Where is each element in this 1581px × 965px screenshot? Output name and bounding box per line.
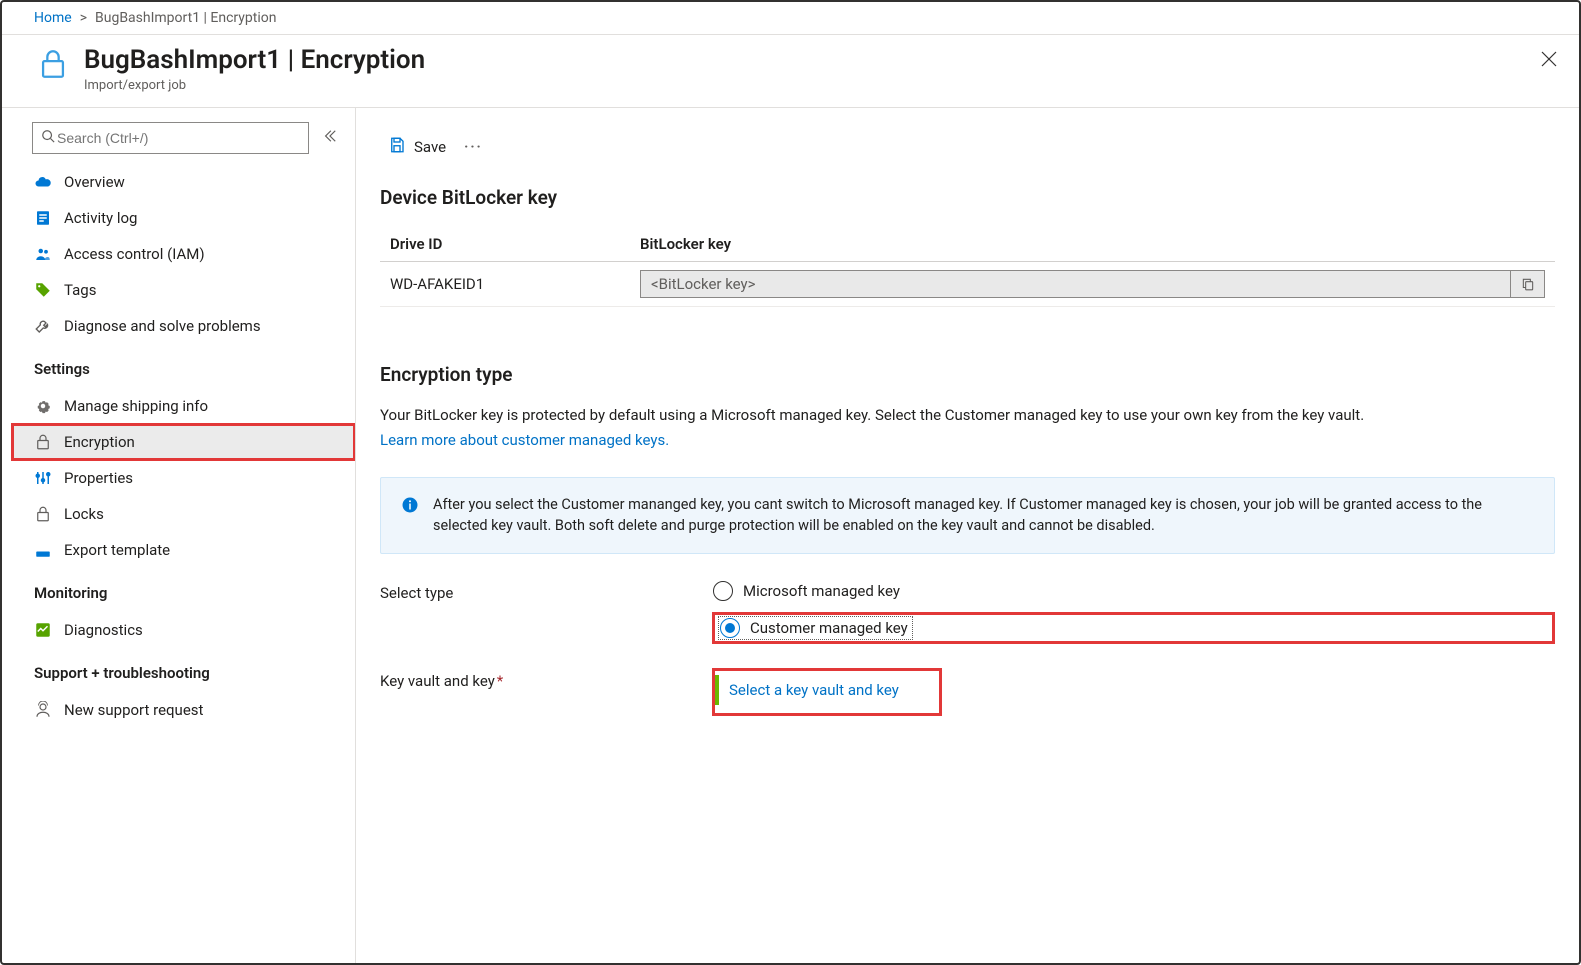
- lock-icon: [34, 505, 52, 523]
- sidebar-item-locks[interactable]: Locks: [2, 496, 355, 532]
- table-row: WD-AFAKEID1 <BitLocker key>: [380, 262, 1555, 307]
- encryption-type-radio-group: Microsoft managed key Customer managed k…: [712, 580, 1555, 644]
- key-vault-label: Key vault and key*: [380, 668, 712, 690]
- sidebar-item-export-template[interactable]: Export template: [2, 532, 355, 568]
- sidebar-section-monitoring: Monitoring: [2, 568, 355, 608]
- info-text: After you select the Customer mananged k…: [433, 494, 1534, 538]
- bitlocker-key-field[interactable]: <BitLocker key>: [640, 270, 1511, 298]
- support-icon: [34, 701, 52, 719]
- sidebar-item-activity-log[interactable]: Activity log: [2, 200, 355, 236]
- sliders-icon: [34, 469, 52, 487]
- sidebar-item-label: Activity log: [64, 209, 137, 227]
- radio-microsoft-managed[interactable]: Microsoft managed key: [712, 580, 1555, 602]
- sidebar-item-label: Manage shipping info: [64, 397, 208, 415]
- breadcrumb-home[interactable]: Home: [34, 10, 72, 26]
- sidebar-item-label: Diagnose and solve problems: [64, 317, 261, 335]
- bitlocker-section-title: Device BitLocker key: [380, 186, 1555, 209]
- col-drive-id: Drive ID: [380, 227, 630, 262]
- diagnostics-icon: [34, 621, 52, 639]
- search-input[interactable]: [55, 129, 300, 147]
- export-icon: [34, 541, 52, 559]
- main-content: Save ··· Device BitLocker key Drive ID B…: [356, 108, 1579, 963]
- radio-customer-managed[interactable]: Customer managed key: [719, 617, 912, 639]
- col-bitlocker-key: BitLocker key: [630, 227, 1555, 262]
- sidebar-item-label: Overview: [64, 173, 125, 191]
- page-header: BugBashImport1 | Encryption Import/expor…: [2, 35, 1579, 108]
- bitlocker-table: Drive ID BitLocker key WD-AFAKEID1 <BitL…: [380, 227, 1555, 307]
- more-button[interactable]: ···: [458, 139, 489, 155]
- sidebar-item-diagnostics[interactable]: Diagnostics: [2, 612, 355, 648]
- sidebar-item-label: Properties: [64, 469, 133, 487]
- sidebar-item-label: Encryption: [64, 433, 135, 451]
- save-icon: [388, 136, 406, 158]
- sidebar-item-label: Locks: [64, 505, 104, 523]
- select-type-label: Select type: [380, 580, 712, 602]
- gear-icon: [34, 397, 52, 415]
- info-box: After you select the Customer mananged k…: [380, 477, 1555, 555]
- drive-id-value: WD-AFAKEID1: [380, 262, 630, 307]
- sidebar-search[interactable]: [32, 122, 309, 154]
- page-title: BugBashImport1 | Encryption: [84, 45, 425, 76]
- cloud-icon: [34, 173, 52, 191]
- people-icon: [34, 245, 52, 263]
- sidebar-item-access-control[interactable]: Access control (IAM): [2, 236, 355, 272]
- sidebar-item-tags[interactable]: Tags: [2, 272, 355, 308]
- sidebar-item-new-support-request[interactable]: New support request: [2, 692, 355, 728]
- validation-bar: [715, 675, 719, 705]
- sidebar-item-label: New support request: [64, 701, 203, 719]
- log-icon: [34, 209, 52, 227]
- close-button[interactable]: [1535, 45, 1563, 77]
- collapse-sidebar-button[interactable]: [319, 125, 341, 151]
- breadcrumb: Home > BugBashImport1 | Encryption: [2, 2, 1579, 35]
- select-key-vault-link[interactable]: Select a key vault and key: [729, 675, 899, 705]
- tag-icon: [34, 281, 52, 299]
- sidebar-section-support: Support + troubleshooting: [2, 648, 355, 688]
- breadcrumb-separator: >: [80, 10, 87, 26]
- copy-button[interactable]: [1511, 270, 1545, 298]
- toolbar: Save ···: [380, 108, 1555, 182]
- sidebar-section-settings: Settings: [2, 344, 355, 384]
- save-button[interactable]: Save: [388, 136, 446, 158]
- encryption-section-title: Encryption type: [380, 363, 1555, 386]
- page-subtitle: Import/export job: [84, 78, 425, 93]
- sidebar-item-diagnose[interactable]: Diagnose and solve problems: [2, 308, 355, 344]
- sidebar-item-overview[interactable]: Overview: [2, 164, 355, 200]
- learn-more-link[interactable]: Learn more about customer managed keys.: [380, 431, 669, 449]
- sidebar-item-manage-shipping[interactable]: Manage shipping info: [2, 388, 355, 424]
- sidebar-item-properties[interactable]: Properties: [2, 460, 355, 496]
- sidebar-item-label: Export template: [64, 541, 170, 559]
- search-icon: [41, 129, 55, 147]
- info-icon: [401, 496, 419, 514]
- lock-icon: [34, 45, 72, 83]
- sidebar-item-encryption[interactable]: Encryption: [12, 424, 355, 460]
- sidebar-item-label: Tags: [64, 281, 96, 299]
- radio-label: Customer managed key: [750, 619, 908, 637]
- sidebar: Overview Activity log Access control (IA…: [2, 108, 356, 963]
- encryption-description: Your BitLocker key is protected by defau…: [380, 404, 1555, 427]
- wrench-icon: [34, 317, 52, 335]
- save-button-label: Save: [414, 138, 446, 156]
- radio-label: Microsoft managed key: [743, 582, 900, 600]
- lock-icon: [34, 433, 52, 451]
- breadcrumb-current: BugBashImport1 | Encryption: [95, 10, 276, 26]
- sidebar-item-label: Access control (IAM): [64, 245, 205, 263]
- sidebar-item-label: Diagnostics: [64, 621, 143, 639]
